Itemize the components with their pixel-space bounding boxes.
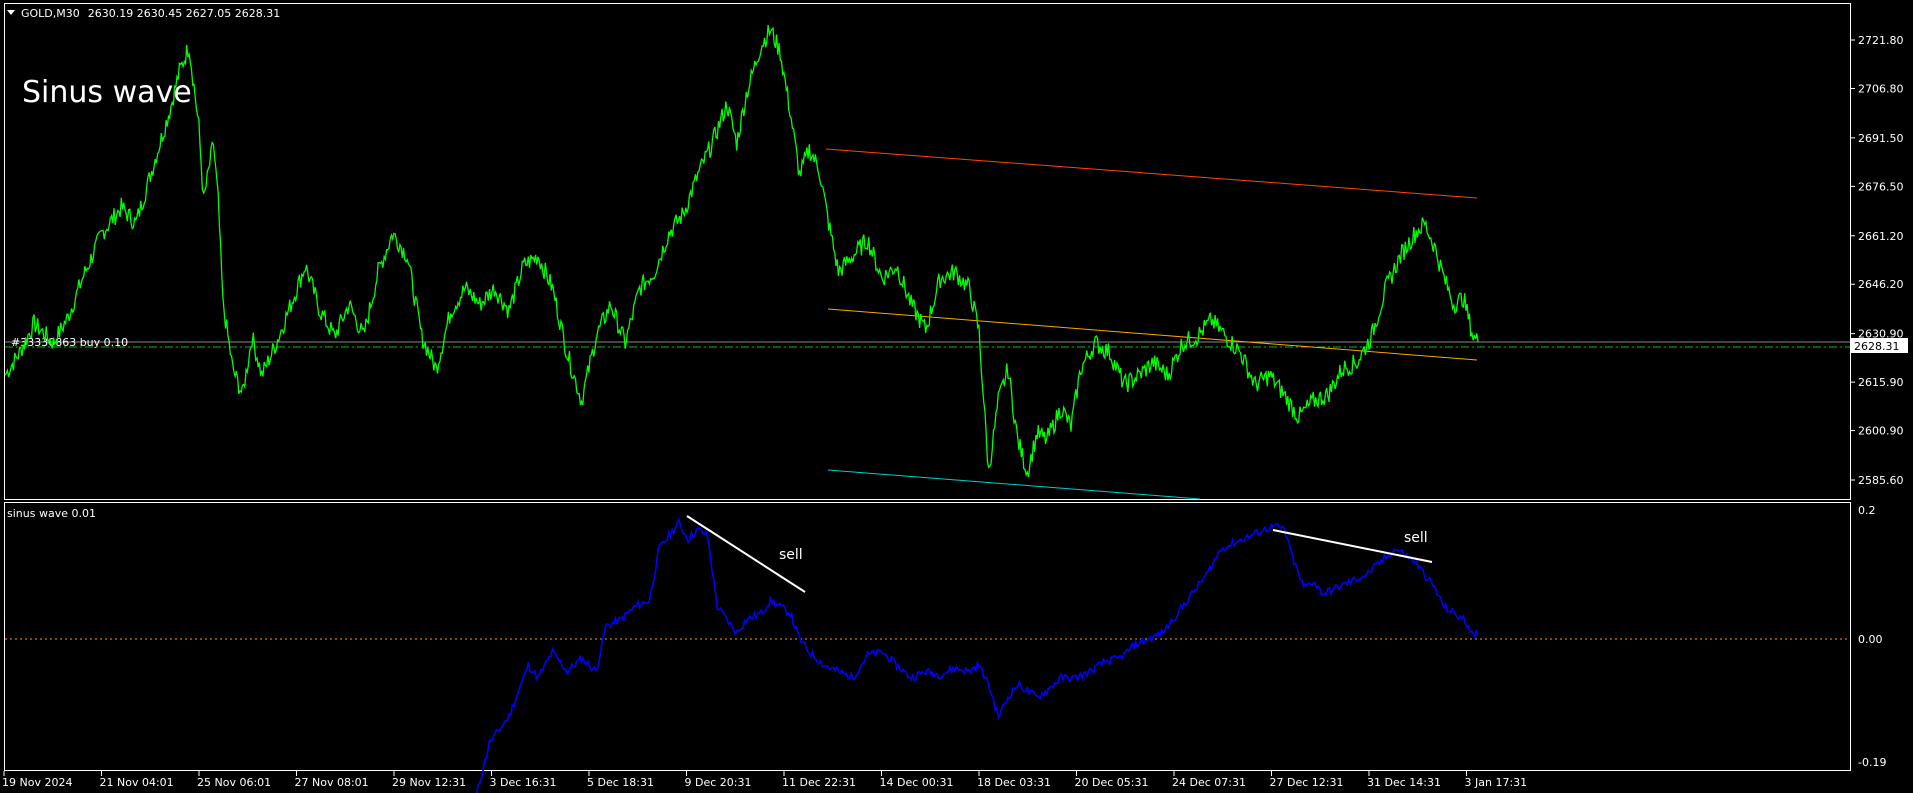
time-tick-label: 11 Dec 22:31	[782, 776, 856, 789]
sell-label-2: sell	[1404, 530, 1428, 546]
annotation-title: Sinus wave	[22, 75, 192, 110]
price-tick-label: 2600.90	[1858, 425, 1904, 438]
price-tick-label: 2721.80	[1858, 34, 1904, 47]
time-tick-label: 25 Nov 06:01	[197, 776, 271, 789]
time-tick-label: 14 Dec 00:31	[880, 776, 954, 789]
indicator-tick-label: -0.19	[1858, 756, 1886, 769]
time-tick-label: 9 Dec 20:31	[685, 776, 752, 789]
indicator-frame	[4, 502, 1851, 771]
lower-channel-line[interactable]	[827, 469, 1201, 500]
indicator-tick-label: 0.2	[1858, 504, 1876, 517]
indicator-series-line	[475, 517, 1479, 793]
price-tag: 2628.31	[1854, 340, 1900, 353]
indicator-tick-label: 0.00	[1858, 633, 1883, 646]
upper-channel-line[interactable]	[825, 148, 1478, 199]
time-tick-label: 27 Dec 12:31	[1270, 776, 1344, 789]
indicator-label: sinus wave 0.01	[7, 507, 96, 520]
price-tick-label: 2585.60	[1858, 474, 1904, 487]
indicator-axis: 0.2 0.00 -0.19	[1858, 504, 1886, 769]
time-tick-label: 20 Dec 05:31	[1075, 776, 1149, 789]
time-tick-label: 19 Nov 2024	[2, 776, 72, 789]
time-tick-label: 18 Dec 03:31	[977, 776, 1051, 789]
symbol-header: GOLD,M30 2630.19 2630.45 2627.05 2628.31	[21, 7, 280, 20]
price-tick-label: 2646.20	[1858, 278, 1904, 291]
time-tick-label: 31 Dec 14:31	[1367, 776, 1441, 789]
trading-chart[interactable]: GOLD,M30 2630.19 2630.45 2627.05 2628.31 …	[0, 0, 1913, 793]
price-tick-label: 2661.20	[1858, 230, 1904, 243]
price-tick-label: 2615.90	[1858, 376, 1904, 389]
time-tick-label: 29 Nov 12:31	[392, 776, 466, 789]
time-axis: 19 Nov 2024 21 Nov 04:01 25 Nov 06:01 27 No…	[2, 771, 1527, 789]
price-tick-label: 2706.80	[1858, 82, 1904, 95]
sell-label-1: sell	[779, 547, 803, 563]
price-axis: 2721.80 2706.80 2691.50 2676.50 2661.20 2646.…	[1851, 34, 1904, 487]
time-tick-label: 24 Dec 07:31	[1172, 776, 1246, 789]
time-tick-label: 21 Nov 04:01	[100, 776, 174, 789]
time-tick-label: 3 Dec 16:31	[490, 776, 557, 789]
price-tick-label: 2691.50	[1858, 132, 1904, 145]
main-chart-frame	[4, 3, 1851, 500]
time-tick-label: 3 Jan 17:31	[1465, 776, 1528, 789]
price-series-line	[4, 25, 1479, 478]
price-tick-label: 2676.50	[1858, 180, 1904, 193]
time-tick-label: 5 Dec 18:31	[587, 776, 654, 789]
dropdown-triangle-icon[interactable]	[7, 10, 15, 15]
time-tick-label: 27 Nov 08:01	[295, 776, 369, 789]
